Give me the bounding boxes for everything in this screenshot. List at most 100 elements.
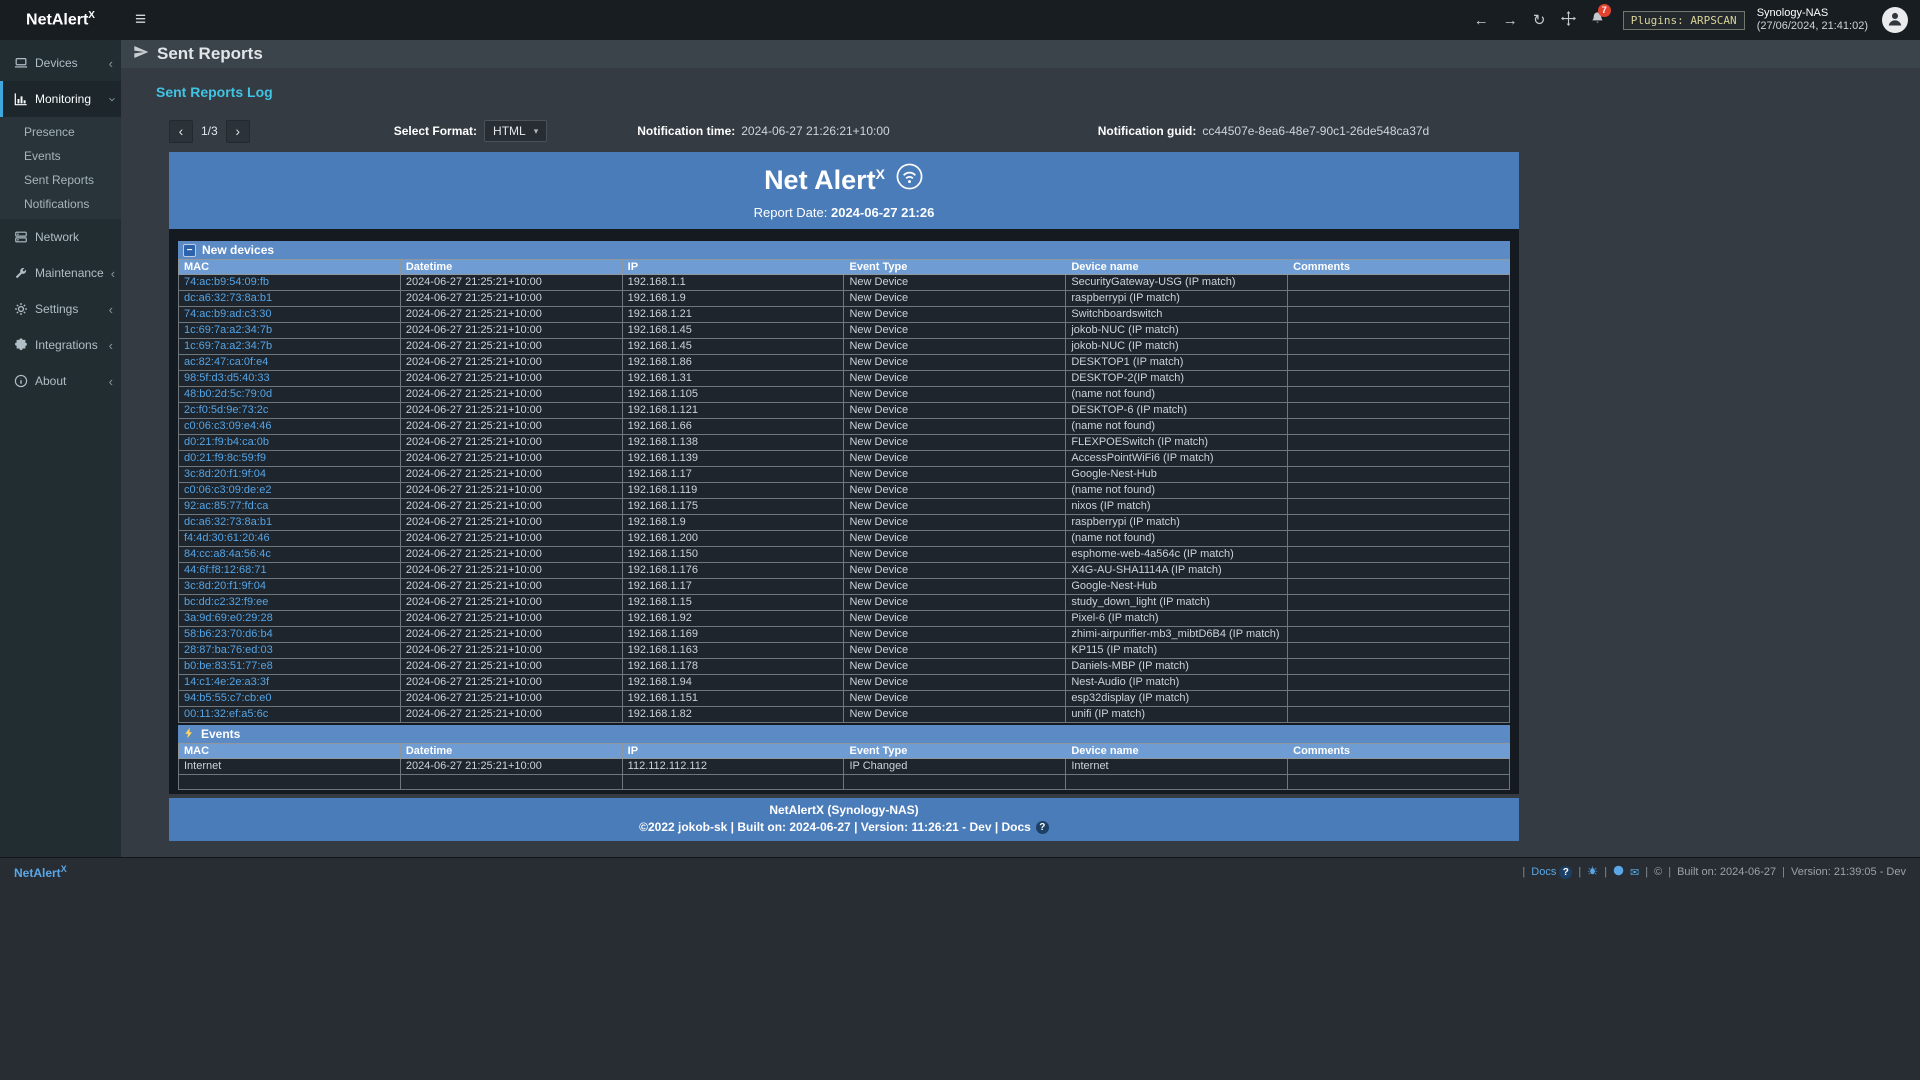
mac-link[interactable]: 94:b5:55:c7:cb:e0 (184, 692, 271, 704)
mac-link[interactable]: 92:ac:85:77:fd:ca (184, 500, 268, 512)
mac-link[interactable]: 00:11:32:ef:a5:6c (184, 708, 268, 720)
nav-refresh-button[interactable]: ↻ (1526, 0, 1553, 40)
mac-link[interactable]: d0:21:f9:8c:59:f9 (184, 452, 266, 464)
column-header: Event Type (844, 744, 1066, 759)
sidebar-subitem-notifications[interactable]: Notifications (0, 192, 121, 216)
prev-page-button[interactable]: ‹ (169, 120, 193, 143)
mac-link[interactable]: c0:06:c3:09:de:e2 (184, 484, 271, 496)
mac-link[interactable]: 48:b0:2d:5c:79:0d (184, 388, 272, 400)
footer-docs-link[interactable]: Docs? (1531, 866, 1572, 879)
table-cell: 84:cc:a8:4a:56:4c (179, 547, 401, 563)
mac-link[interactable]: 98:5f:d3:d5:40:33 (184, 372, 270, 384)
table-cell: 2024-06-27 21:25:21+10:00 (400, 691, 622, 707)
user-avatar[interactable] (1882, 7, 1908, 33)
mac-link[interactable]: b0:be:83:51:77:e8 (184, 660, 273, 672)
table-cell (1288, 435, 1510, 451)
mac-link[interactable]: 74:ac:b9:54:09:fb (184, 276, 269, 288)
table-cell (1288, 643, 1510, 659)
top-navbar: NetAlertX ≡ ← → ↻ 7 Plugins: ARPSCAN Syn… (0, 0, 1920, 40)
sidebar-item-devices[interactable]: Devices ‹ (0, 45, 121, 81)
mac-link[interactable]: 1c:69:7a:a2:34:7b (184, 340, 272, 352)
footer-brand-link[interactable]: NetAlertX (14, 864, 67, 880)
mac-link[interactable]: 3a:9d:69:e0:29:28 (184, 612, 273, 624)
table-cell: 58:b6:23:70:d6:b4 (179, 627, 401, 643)
table-cell: 2024-06-27 21:25:21+10:00 (400, 339, 622, 355)
footer-bug-link[interactable] (1587, 865, 1598, 879)
sidebar-item-about[interactable]: About ‹ (0, 363, 121, 399)
content-body: Sent Reports Log ‹ 1/3 › Select Format: … (121, 68, 1920, 841)
table-cell: unifi (IP match) (1066, 707, 1288, 723)
table-cell: 2024-06-27 21:25:21+10:00 (400, 531, 622, 547)
sidebar-subitem-presence[interactable]: Presence (0, 120, 121, 144)
mac-link[interactable]: 58:b6:23:70:d6:b4 (184, 628, 273, 640)
mac-link[interactable]: 1c:69:7a:a2:34:7b (184, 324, 272, 336)
notification-guid-label: Notification guid: (1098, 124, 1197, 138)
mac-link[interactable]: 74:ac:b9:ad:c3:30 (184, 308, 271, 320)
mac-link[interactable]: ac:82:47:ca:0f:e4 (184, 356, 268, 368)
mac-link[interactable]: 44:6f:f8:12:68:71 (184, 564, 267, 576)
nav-back-button[interactable]: ← (1468, 0, 1495, 40)
mac-link[interactable]: 2c:f0:5d:9e:73:2c (184, 404, 268, 416)
sidebar-item-maintenance[interactable]: Maintenance ‹ (0, 255, 121, 291)
footer-mail-link[interactable]: ✉ (1630, 866, 1639, 879)
table-cell: 2024-06-27 21:25:21+10:00 (400, 579, 622, 595)
mac-link[interactable]: dc:a6:32:73:8a:b1 (184, 516, 272, 528)
sidebar-item-network[interactable]: Network (0, 219, 121, 255)
table-cell: raspberrypi (IP match) (1066, 291, 1288, 307)
table-cell: New Device (844, 435, 1066, 451)
mac-link[interactable]: d0:21:f9:b4:ca:0b (184, 436, 269, 448)
table-cell: ac:82:47:ca:0f:e4 (179, 355, 401, 371)
mac-link[interactable]: 3c:8d:20:f1:9f:04 (184, 580, 266, 592)
sidebar-toggle-button[interactable]: ≡ (121, 0, 160, 40)
column-header: Event Type (844, 260, 1066, 275)
table-cell: 2024-06-27 21:25:21+10:00 (400, 403, 622, 419)
table-cell: DESKTOP-6 (IP match) (1066, 403, 1288, 419)
monitoring-submenu: Presence Events Sent Reports Notificatio… (0, 117, 121, 219)
mac-link[interactable]: dc:a6:32:73:8a:b1 (184, 292, 272, 304)
table-row: c0:06:c3:09:de:e22024-06-27 21:25:21+10:… (179, 483, 1510, 499)
mac-link[interactable]: bc:dd:c2:32:f9:ee (184, 596, 268, 608)
table-cell: nixos (IP match) (1066, 499, 1288, 515)
table-cell: 2024-06-27 21:25:21+10:00 (400, 451, 622, 467)
page-footer: NetAlertX Docs? ✉ © Built on: 2024-06-27… (0, 857, 1920, 1080)
next-page-button[interactable]: › (226, 120, 250, 143)
mac-link[interactable]: 28:87:ba:76:ed:03 (184, 644, 273, 656)
plugins-badge[interactable]: Plugins: ARPSCAN (1623, 11, 1745, 30)
table-row: 3a:9d:69:e0:29:282024-06-27 21:25:21+10:… (179, 611, 1510, 627)
sidebar-item-integrations[interactable]: Integrations ‹ (0, 327, 121, 363)
table-cell (1288, 275, 1510, 291)
footer-links: Docs? ✉ © Built on: 2024-06-27 Version: … (1522, 865, 1906, 879)
docs-help-icon[interactable]: ? (1036, 821, 1049, 834)
table-row: 58:b6:23:70:d6:b42024-06-27 21:25:21+10:… (179, 627, 1510, 643)
mac-link[interactable]: 14:c1:4e:2e:a3:3f (184, 676, 269, 688)
app-logo[interactable]: NetAlertX (0, 10, 121, 29)
mac-link[interactable]: f4:4d:30:61:20:46 (184, 532, 270, 544)
collapse-icon[interactable]: − (183, 244, 196, 257)
notifications-button[interactable]: 7 (1584, 0, 1611, 40)
report-date-value: 2024-06-27 21:26 (831, 205, 934, 220)
sidebar-subitem-sent-reports[interactable]: Sent Reports (0, 168, 121, 192)
main-area: Sent Reports Sent Reports Log ‹ 1/3 › Se… (121, 40, 1920, 857)
nav-forward-button[interactable]: → (1497, 0, 1524, 40)
chevron-down-icon: ‹ (103, 97, 118, 101)
table-cell: f4:4d:30:61:20:46 (179, 531, 401, 547)
footer-version: Version: 21:39:05 - Dev (1791, 866, 1906, 878)
table-row: b0:be:83:51:77:e82024-06-27 21:25:21+10:… (179, 659, 1510, 675)
mac-link[interactable]: 3c:8d:20:f1:9f:04 (184, 468, 266, 480)
move-icon (1561, 11, 1576, 30)
mac-link[interactable]: c0:06:c3:09:e4:46 (184, 420, 271, 432)
table-row: d0:21:f9:b4:ca:0b2024-06-27 21:25:21+10:… (179, 435, 1510, 451)
nav-move-button[interactable] (1555, 0, 1582, 40)
footer-github-link[interactable] (1613, 865, 1624, 879)
sidebar-subitem-events[interactable]: Events (0, 144, 121, 168)
sidebar-item-settings[interactable]: Settings ‹ (0, 291, 121, 327)
sidebar-item-monitoring[interactable]: Monitoring ‹ (0, 81, 121, 117)
table-cell (1288, 547, 1510, 563)
sidebar-item-label: Monitoring (35, 92, 102, 106)
table-cell: Internet (179, 759, 401, 775)
page-indicator: 1/3 (201, 124, 218, 138)
table-row: 3c:8d:20:f1:9f:042024-06-27 21:25:21+10:… (179, 467, 1510, 483)
table-cell: Internet (1066, 759, 1288, 775)
format-select[interactable]: HTML ▾ (484, 120, 547, 142)
mac-link[interactable]: 84:cc:a8:4a:56:4c (184, 548, 271, 560)
